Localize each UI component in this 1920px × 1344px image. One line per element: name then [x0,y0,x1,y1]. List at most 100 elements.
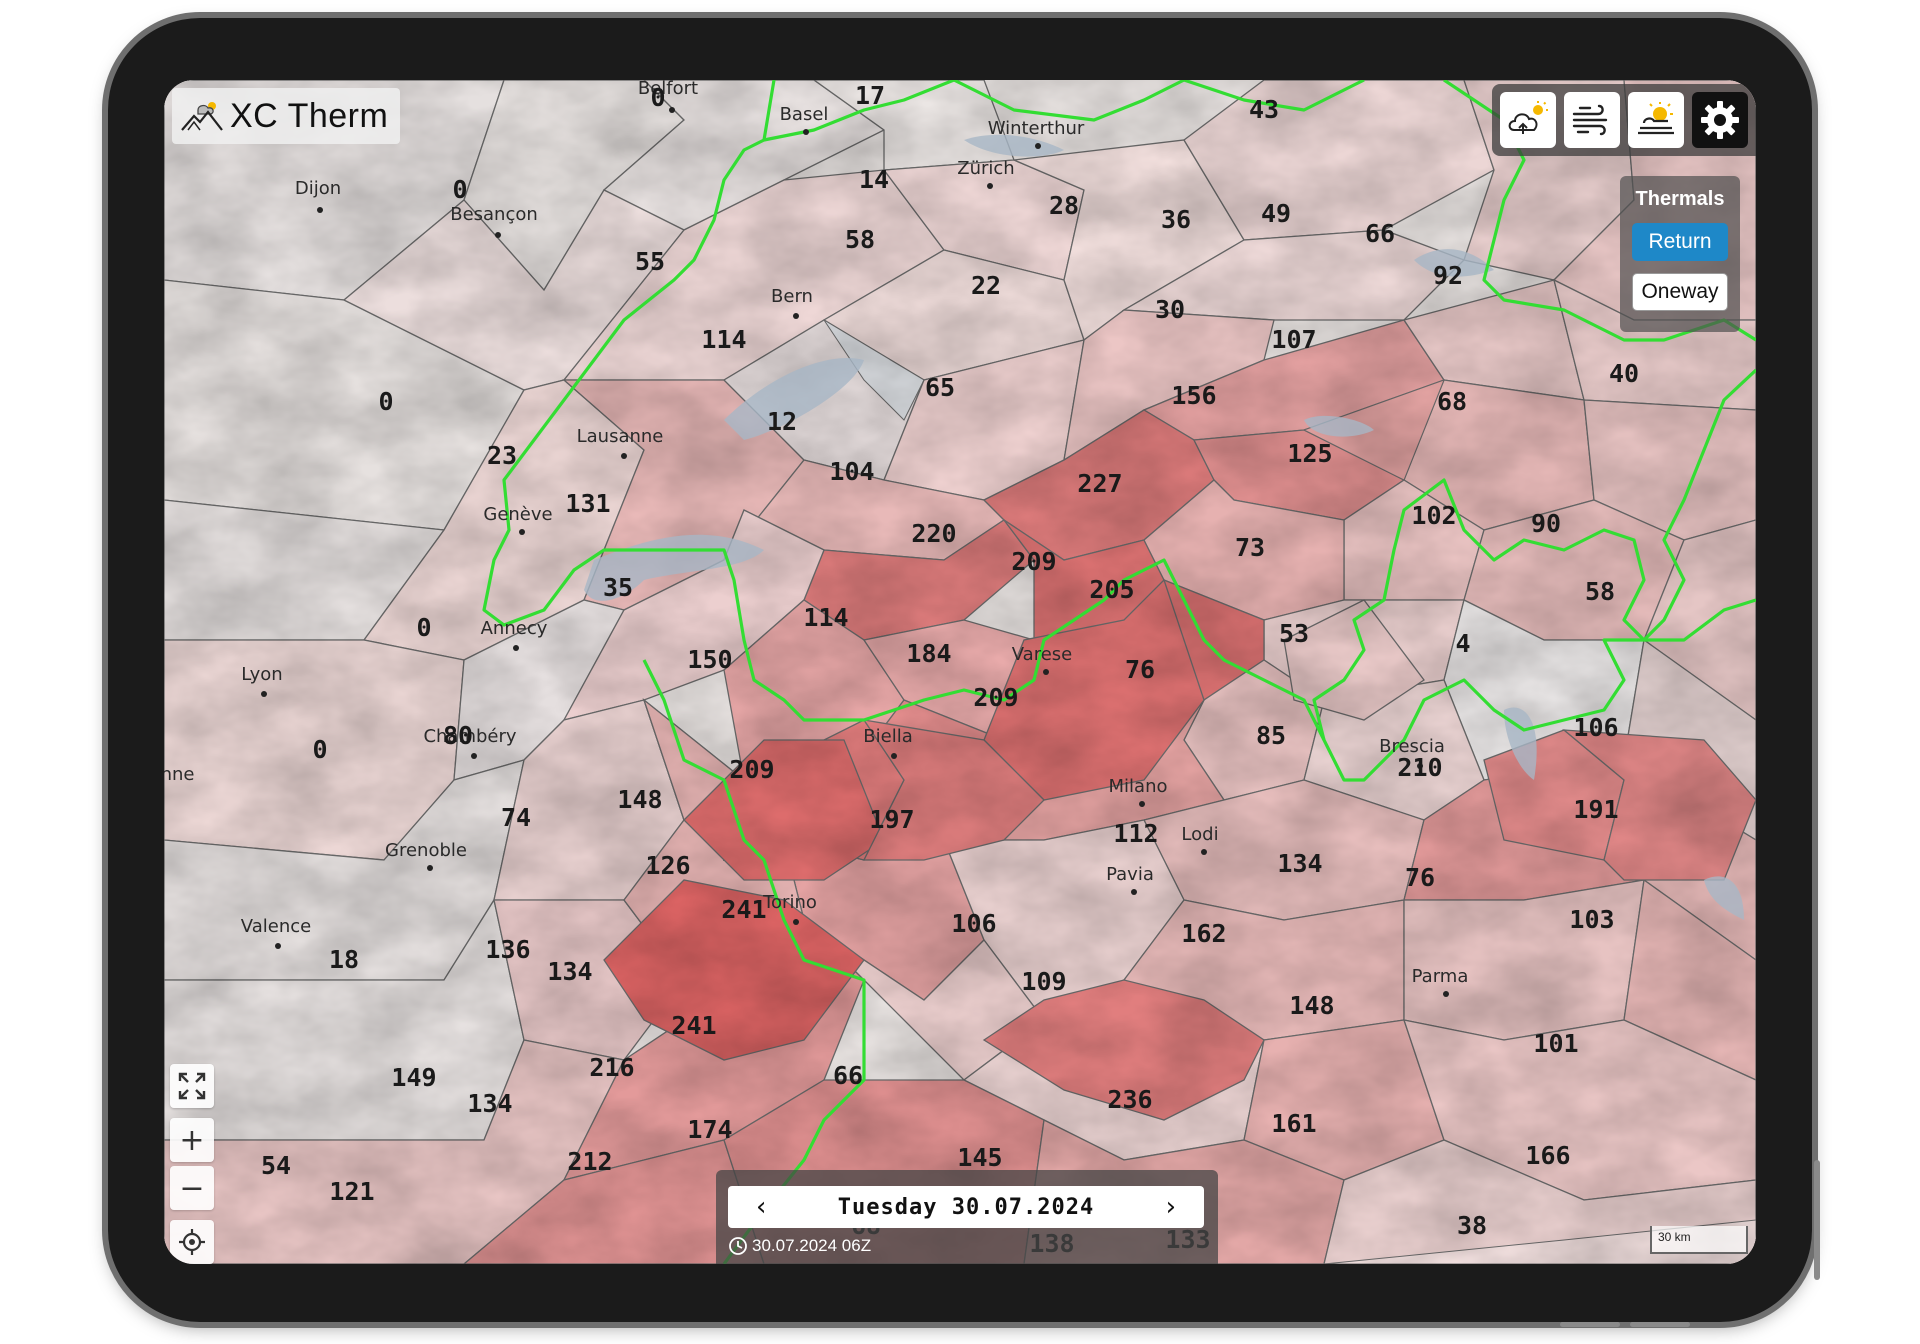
city-dot [891,753,897,759]
city-dot [987,183,993,189]
thermal-value: 106 [951,909,996,938]
city-dot [1201,849,1207,855]
city-label: Lodi [1181,824,1218,845]
gear-icon [1701,101,1739,139]
date-label[interactable]: Tuesday 30.07.2024 [838,1195,1094,1220]
clock-icon [729,1237,747,1255]
app-logo[interactable]: XC Therm [172,88,401,144]
zoom-in-button[interactable]: + [170,1118,214,1162]
thermal-value: 53 [1279,619,1309,648]
locate-button[interactable] [170,1220,214,1264]
city-dot [513,645,519,651]
city-label: Parma [1412,966,1469,987]
thermals-panel: Thermals Return Oneway [1620,176,1740,332]
thermal-value: 134 [1277,849,1322,878]
thermal-value: 205 [1089,575,1134,604]
thermal-value: 220 [911,519,956,548]
thermal-value: 23 [487,441,517,470]
thermal-value: 166 [1525,1141,1570,1170]
sun-cloud-button[interactable] [1628,92,1684,148]
thermal-value: 184 [906,639,951,668]
wind-icon [1572,104,1608,136]
city-label: Milano [1109,776,1168,797]
thermal-value: 210 [1397,753,1442,782]
scale-bar: 30 km [1650,1226,1748,1254]
city-label: Winterthur [988,118,1085,139]
thermal-value: 85 [1256,721,1286,750]
thermal-value: 121 [329,1177,374,1206]
city-label: Genève [483,504,552,525]
city-label: Biella [863,726,912,747]
city-label: Besançon [450,204,538,225]
city-dot [793,313,799,319]
app-title: XC Therm [230,96,389,135]
thermal-value: 106 [1573,713,1618,742]
city-label: Lausanne [577,426,664,447]
thermal-value: 102 [1411,501,1456,530]
city-label: Basel [780,104,829,125]
thermal-value: 134 [467,1089,512,1118]
return-mode-button[interactable]: Return [1632,223,1728,261]
city-dot [1131,889,1137,895]
thermal-value: 43 [1249,95,1279,124]
app-screen: Belfort Basel Winterthur Zürich Dijon Besanço… [164,80,1756,1264]
map-controls: + − [170,1064,214,1214]
city-dot [427,865,433,871]
thermal-value: 76 [1125,655,1155,684]
thermal-value: 90 [1531,509,1561,538]
thermal-value: 191 [1573,795,1618,824]
city-dot [1043,669,1049,675]
cloud-upload-button[interactable] [1500,92,1556,148]
thermal-map[interactable]: Belfort Basel Winterthur Zürich Dijon Besanço… [164,80,1756,1264]
thermal-value: 0 [650,83,665,112]
thermal-value: 35 [603,573,633,602]
thermal-value: 66 [1365,219,1395,248]
city-dot [669,107,675,113]
city-label: Grenoble [385,840,467,861]
previous-day-button[interactable]: ‹ [756,1192,766,1222]
thermal-value: 40 [1609,359,1639,388]
thermal-value: 80 [443,721,473,750]
zoom-out-button[interactable]: − [170,1166,214,1210]
top-toolbar [1492,84,1756,156]
thermal-value: 109 [1021,967,1066,996]
oneway-mode-button[interactable]: Oneway [1632,273,1728,311]
thermal-value: 227 [1077,469,1122,498]
thermal-value: 0 [378,387,393,416]
thermal-value: 58 [845,225,875,254]
city-dot [261,691,267,697]
thermal-value: 150 [687,645,732,674]
city-dot [275,943,281,949]
thermal-value: 36 [1161,205,1191,234]
city-label: Varese [1012,644,1072,665]
thermal-value: 162 [1181,919,1226,948]
thermal-value: 114 [803,603,848,632]
city-label: Lyon [241,664,282,685]
city-label: Belfort [638,80,698,99]
fullscreen-icon [178,1072,206,1100]
settings-button[interactable] [1692,92,1748,148]
city-dot [519,529,525,535]
date-navigator: ‹ Tuesday 30.07.2024 › 30.07.2024 06Z [716,1170,1218,1264]
sun-cloud-icon [1638,102,1674,135]
thermal-value: 103 [1569,905,1614,934]
thermal-value: 209 [973,683,1018,712]
city-dot [471,753,477,759]
next-day-button[interactable]: › [1166,1192,1176,1222]
city-dot [621,453,627,459]
thermal-value: 145 [957,1143,1002,1172]
thermal-value: 149 [391,1063,436,1092]
wind-button[interactable] [1564,92,1620,148]
city-dot [803,129,809,135]
city-label: Annecy [481,618,548,639]
city-dot [1035,143,1041,149]
thermal-value: 112 [1113,819,1158,848]
thermal-value: 136 [485,935,530,964]
fullscreen-button[interactable] [170,1064,214,1108]
side-button [1814,1160,1820,1280]
thermal-value: 148 [617,785,662,814]
thermal-value: 22 [971,271,1001,300]
thermal-value: 0 [312,735,327,764]
date-selector: ‹ Tuesday 30.07.2024 › [728,1186,1204,1228]
city-label: Zürich [957,158,1014,179]
